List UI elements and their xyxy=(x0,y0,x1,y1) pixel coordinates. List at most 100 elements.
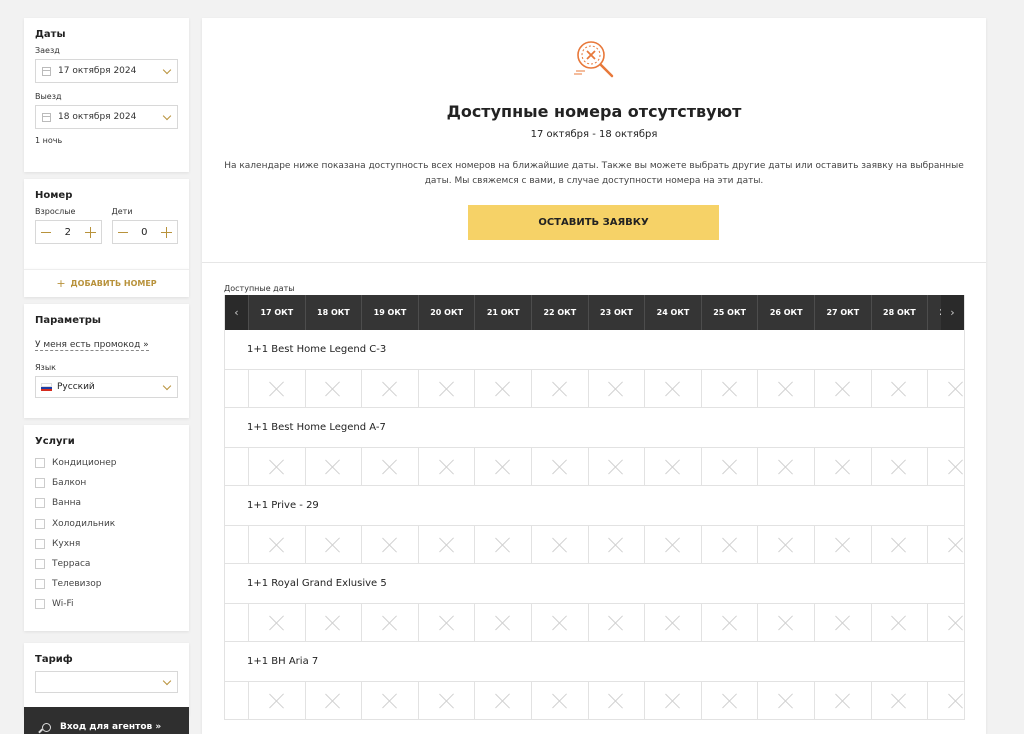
dates-panel: Даты Заезд 17 октября 2024 Выезд 18 октя… xyxy=(24,18,189,172)
availability-cell xyxy=(248,604,305,642)
agents-login-button[interactable]: Вход для агентов » xyxy=(24,707,189,734)
checkbox[interactable] xyxy=(35,579,45,590)
room-row: 1+1 BH Aria 7 xyxy=(225,642,964,719)
availability-cell xyxy=(814,682,871,719)
next-dates-button[interactable]: › xyxy=(941,295,964,330)
availability-cell xyxy=(531,448,588,486)
service-item[interactable]: Ванна xyxy=(35,493,178,513)
checkbox[interactable] xyxy=(35,478,45,489)
checkbox[interactable] xyxy=(35,498,45,509)
unavailable-icon xyxy=(608,537,624,553)
unavailable-icon xyxy=(325,693,341,709)
adults-label: Взрослые xyxy=(35,207,76,216)
availability-cell xyxy=(304,604,362,642)
availability-cell xyxy=(870,448,928,486)
minus-icon[interactable] xyxy=(117,231,128,233)
availability-cell xyxy=(927,682,964,719)
room-row: 1+1 Best Home Legend C-3 xyxy=(225,330,964,408)
service-item[interactable]: Балкон xyxy=(35,473,178,493)
add-room-button[interactable]: + ДОБАВИТЬ НОМЕР xyxy=(24,269,189,297)
unavailable-icon xyxy=(439,537,455,553)
availability-cell xyxy=(304,682,362,719)
checkbox[interactable] xyxy=(35,458,45,469)
availability-cell xyxy=(474,526,531,564)
prev-dates-button[interactable]: ‹ xyxy=(225,295,248,330)
leave-request-button[interactable]: ОСТАВИТЬ ЗАЯВКУ xyxy=(468,205,719,240)
service-label: Кондиционер xyxy=(52,458,117,469)
language-value: Русский xyxy=(57,382,95,392)
nights-count: 1 ночь xyxy=(35,136,63,145)
unavailable-icon xyxy=(891,459,907,475)
service-item[interactable]: Кухня xyxy=(35,534,178,554)
unavailable-icon xyxy=(722,615,738,631)
unavailable-icon xyxy=(778,381,794,397)
language-select[interactable]: Русский xyxy=(35,376,178,398)
date-column-header: 27 ОКТ xyxy=(814,295,871,330)
chevron-down-icon xyxy=(162,381,172,391)
service-item[interactable]: Кондиционер xyxy=(35,453,178,473)
plus-icon[interactable] xyxy=(161,226,172,238)
tariff-select[interactable] xyxy=(35,671,178,693)
date-column-header: 21 ОКТ xyxy=(474,295,531,330)
service-label: Балкон xyxy=(52,478,87,489)
unavailable-icon xyxy=(665,693,681,709)
date-header-row: ‹ 17 ОКТ 18 ОКТ 19 ОКТ 20 ОКТ 21 ОКТ 22 ОКТ 23… xyxy=(225,295,964,330)
service-item[interactable]: Холодильник xyxy=(35,514,178,534)
availability-cell xyxy=(531,370,588,408)
availability-cell xyxy=(814,370,871,408)
checkout-label: Выезд xyxy=(35,92,62,101)
plus-icon[interactable] xyxy=(84,226,96,238)
room-name: 1+1 Prive - 29 xyxy=(225,486,964,526)
unavailable-icon xyxy=(948,537,964,553)
main-content: Доступные номера отсутствуют 17 октября … xyxy=(202,18,986,734)
unavailable-icon xyxy=(325,381,341,397)
availability-row xyxy=(225,682,964,719)
tariff-panel: Тариф xyxy=(24,643,189,715)
availability-cell xyxy=(644,604,701,642)
availability-cell xyxy=(927,370,964,408)
checkbox[interactable] xyxy=(35,538,45,549)
checkout-field[interactable]: 18 октября 2024 xyxy=(35,105,178,129)
unavailable-icon xyxy=(269,459,285,475)
chevron-down-icon xyxy=(162,676,172,686)
room-title: Номер xyxy=(35,190,73,201)
service-item[interactable]: Wi-Fi xyxy=(35,594,178,614)
unavailable-icon xyxy=(778,693,794,709)
availability-cell xyxy=(757,682,814,719)
availability-cell xyxy=(361,526,418,564)
checkbox[interactable] xyxy=(35,518,45,529)
service-item[interactable]: Терраса xyxy=(35,554,178,574)
service-label: Терраса xyxy=(52,559,91,570)
unavailable-icon xyxy=(269,381,285,397)
availability-cell xyxy=(248,526,305,564)
availability-cell xyxy=(304,526,362,564)
room-name: 1+1 Best Home Legend A-7 xyxy=(225,408,964,448)
availability-cell xyxy=(644,526,701,564)
promo-link[interactable]: У меня есть промокод » xyxy=(35,340,149,351)
unavailable-icon xyxy=(382,381,398,397)
availability-cell xyxy=(927,448,964,486)
checkbox[interactable] xyxy=(35,559,45,570)
service-item[interactable]: Телевизор xyxy=(35,574,178,594)
checkbox[interactable] xyxy=(35,599,45,610)
calendar-icon xyxy=(42,66,51,76)
availability-cell xyxy=(361,448,418,486)
availability-cell xyxy=(248,448,305,486)
services-panel: Услуги Кондиционер Балкон Ванна Холодиль… xyxy=(24,425,189,631)
add-room-label: ДОБАВИТЬ НОМЕР xyxy=(70,279,157,288)
unavailable-icon xyxy=(439,615,455,631)
availability-cell xyxy=(814,526,871,564)
dates-title: Даты xyxy=(35,29,66,40)
room-row: 1+1 Prive - 29 xyxy=(225,486,964,564)
date-column-header: 26 ОКТ xyxy=(757,295,814,330)
checkin-field[interactable]: 17 октября 2024 xyxy=(35,59,178,83)
unavailable-icon xyxy=(948,693,964,709)
availability-cell xyxy=(870,370,928,408)
minus-icon[interactable] xyxy=(41,231,51,233)
unavailable-icon xyxy=(439,459,455,475)
unavailable-icon xyxy=(325,615,341,631)
availability-cell xyxy=(361,604,418,642)
unavailable-icon xyxy=(835,381,851,397)
search-no-results-icon xyxy=(574,41,614,78)
unavailable-icon xyxy=(835,693,851,709)
